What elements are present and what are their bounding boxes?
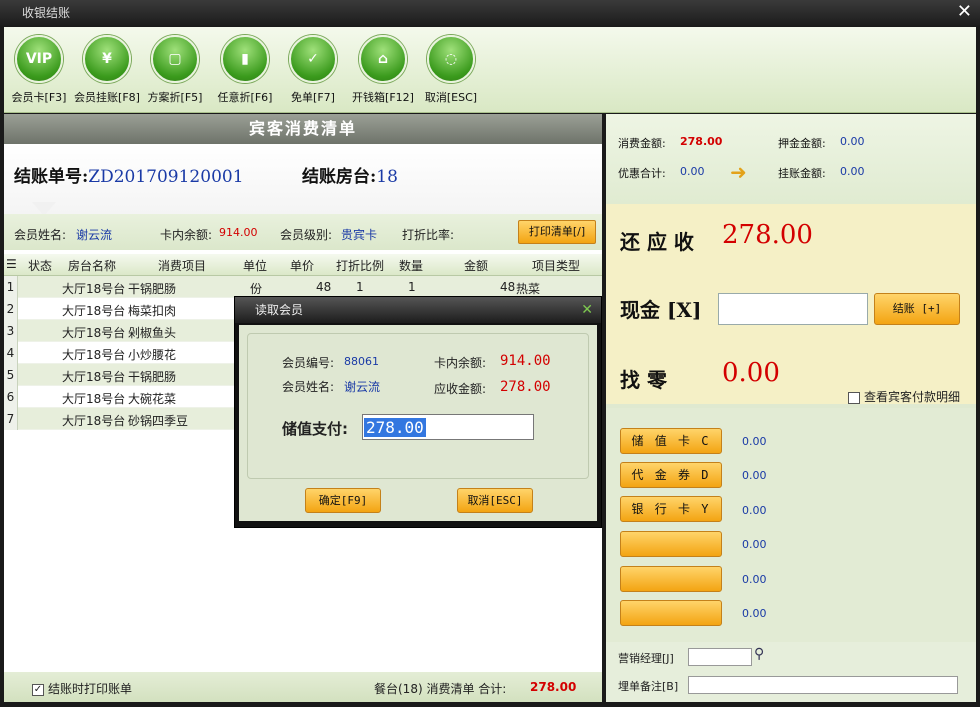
title-bar: 收银结账 ✕ (0, 0, 980, 26)
grid-menu-icon[interactable]: ☰ (6, 257, 17, 271)
change-amount: 0.00 (722, 358, 780, 388)
member-no: 88061 (344, 355, 379, 368)
any-discount-button[interactable]: ▮ 任意折[F6] (210, 35, 280, 105)
member-row: 会员姓名: 谢云流 卡内余额: 914.00 会员级别: 贵宾卡 打折比率: 打… (4, 214, 602, 250)
credit-amount: 0.00 (840, 165, 865, 178)
toolbar: VIP 会员卡[F3] ¥ 会员挂账[F8] ▢ 方案折[F5] ▮ 任意折[F6] ✓… (4, 27, 976, 113)
consume-amount: 278.00 (680, 135, 723, 148)
bill-no-label: 结账单号: (14, 167, 89, 187)
cashbox-icon: ⌂ (359, 35, 407, 83)
discount-rate-label: 打折比率: (402, 228, 455, 242)
confirm-button[interactable]: 确定[F9] (305, 488, 381, 513)
room-label: 结账房台: (302, 167, 377, 187)
extra-fields: 营销经理[J] ⚲ 埋单备注[B] (606, 642, 976, 702)
member-name-label: 会员姓名: (14, 228, 67, 242)
remark-input[interactable] (688, 676, 958, 694)
panel-title: 宾客消费清单 (4, 114, 602, 144)
member-credit-button[interactable]: ¥ 会员挂账[F8] (72, 35, 142, 105)
free-icon: ✓ (289, 35, 337, 83)
bill-no: ZD201709120001 (88, 167, 244, 187)
due-amount: 278.00 (722, 220, 813, 250)
payment-methods: 储 值 卡 C 0.00 代 金 券 D 0.00 银 行 卡 Y 0.00 0.00… (606, 408, 976, 642)
table-total-label: 餐台(18) 消费清单 合计: (374, 682, 507, 696)
search-icon[interactable]: ⚲ (754, 646, 764, 662)
balance-value: 914.00 (219, 226, 258, 239)
dialog-balance: 914.00 (500, 353, 551, 369)
print-list-button[interactable]: 打印清单[/] (518, 220, 596, 244)
free-order-button[interactable]: ✓ 免单[F7] (278, 35, 348, 105)
voucher-button[interactable]: 代 金 券 D (620, 462, 722, 488)
window-title: 收银结账 (22, 6, 71, 20)
level-label: 会员级别: (280, 228, 333, 242)
vip-icon: VIP (15, 35, 63, 83)
due-label: 还 应 收 (620, 230, 694, 254)
cash-input[interactable] (718, 293, 868, 325)
bank-card-button[interactable]: 银 行 卡 Y (620, 496, 722, 522)
plan-discount-button[interactable]: ▢ 方案折[F5] (140, 35, 210, 105)
stored-pay-input[interactable]: 278.00 (362, 414, 534, 440)
print-on-checkout-checkbox[interactable]: ✓ 结账时打印账单 (32, 680, 132, 697)
room-value: 18 (376, 167, 398, 187)
dialog-cancel-button[interactable]: 取消[ESC] (457, 488, 533, 513)
checkout-panel: 消费金额: 278.00 押金金额: 0.00 优惠合计: 0.00 ➜ 挂账金… (606, 114, 976, 702)
close-icon[interactable]: ✕ (957, 3, 972, 21)
change-label: 找 零 (620, 368, 667, 392)
summary-box: 消费金额: 278.00 押金金额: 0.00 优惠合计: 0.00 ➜ 挂账金… (606, 114, 976, 204)
member-card-button[interactable]: VIP 会员卡[F3] (4, 35, 74, 105)
dialog-member-name: 谢云流 (344, 380, 381, 394)
table-row[interactable]: 1 大厅18号台 干锅肥肠 份 48 1 1 48 热菜 (4, 276, 602, 298)
balance-label: 卡内余额: (160, 228, 213, 242)
payment-button-4[interactable] (620, 531, 722, 557)
cash-label: 现金 [X] (620, 298, 702, 322)
payment-summary: 还 应 收 278.00 现金 [X] 结账 [+] 找 零 0.00 查看宾客… (606, 204, 976, 404)
plan-icon: ▢ (151, 35, 199, 83)
payment-button-5[interactable] (620, 566, 722, 592)
cancel-icon: ◌ (427, 35, 475, 83)
checkout-button[interactable]: 结账 [+] (874, 293, 960, 325)
deposit-amount: 0.00 (840, 135, 865, 148)
arrow-right-icon: ➜ (730, 160, 747, 184)
view-payment-detail-checkbox[interactable]: 查看宾客付款明细 (848, 388, 960, 405)
table-total-value: 278.00 (530, 680, 577, 694)
discount-icon: ▮ (221, 35, 269, 83)
cancel-button[interactable]: ◌ 取消[ESC] (416, 35, 486, 105)
dialog-due: 278.00 (500, 379, 551, 395)
open-cashbox-button[interactable]: ⌂ 开钱箱[F12] (348, 35, 418, 105)
panel-footer: ✓ 结账时打印账单 餐台(18) 消费清单 合计: 278.00 (4, 672, 602, 702)
read-member-dialog: 读取会员 ✕ 会员编号: 88061 卡内余额: 914.00 会员姓名: 谢云流… (234, 296, 602, 528)
credit-icon: ¥ (83, 35, 131, 83)
stored-card-button[interactable]: 储 值 卡 C (620, 428, 722, 454)
level-value: 贵宾卡 (341, 228, 378, 242)
checkmark-icon: ✓ (32, 683, 44, 696)
manager-input[interactable] (688, 648, 752, 666)
payment-button-6[interactable] (620, 600, 722, 626)
discount-amount: 0.00 (680, 165, 705, 178)
table-header: ☰ 状态 房台名称 消费项目 单位 单价 打折比例 数量 金额 项目类型 (4, 254, 602, 276)
dialog-title: 读取会员 (255, 303, 304, 317)
member-name: 谢云流 (76, 228, 113, 242)
close-icon[interactable]: ✕ (581, 297, 593, 323)
